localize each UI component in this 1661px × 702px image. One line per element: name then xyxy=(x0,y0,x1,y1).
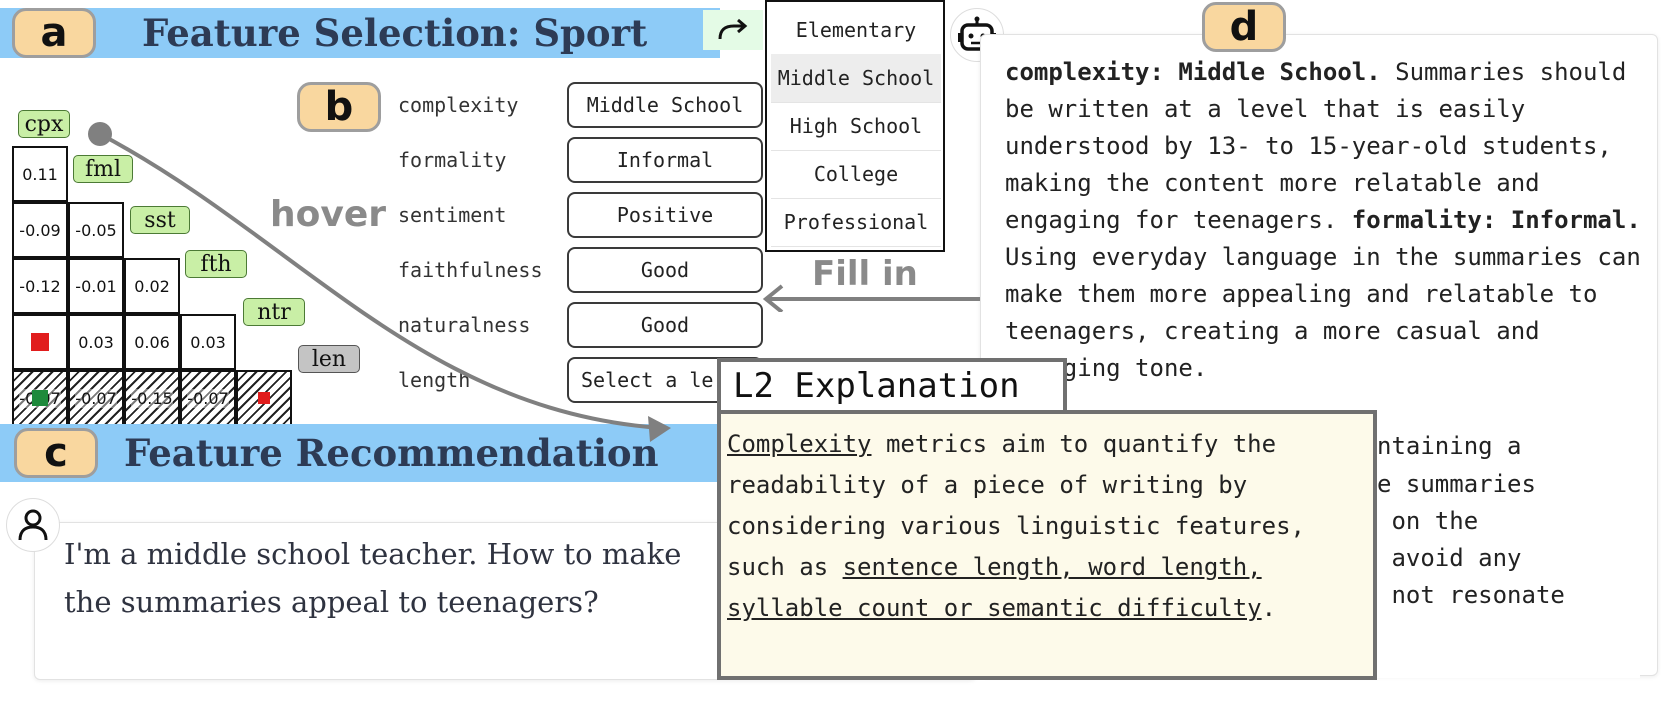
hover-arrow xyxy=(88,122,671,442)
